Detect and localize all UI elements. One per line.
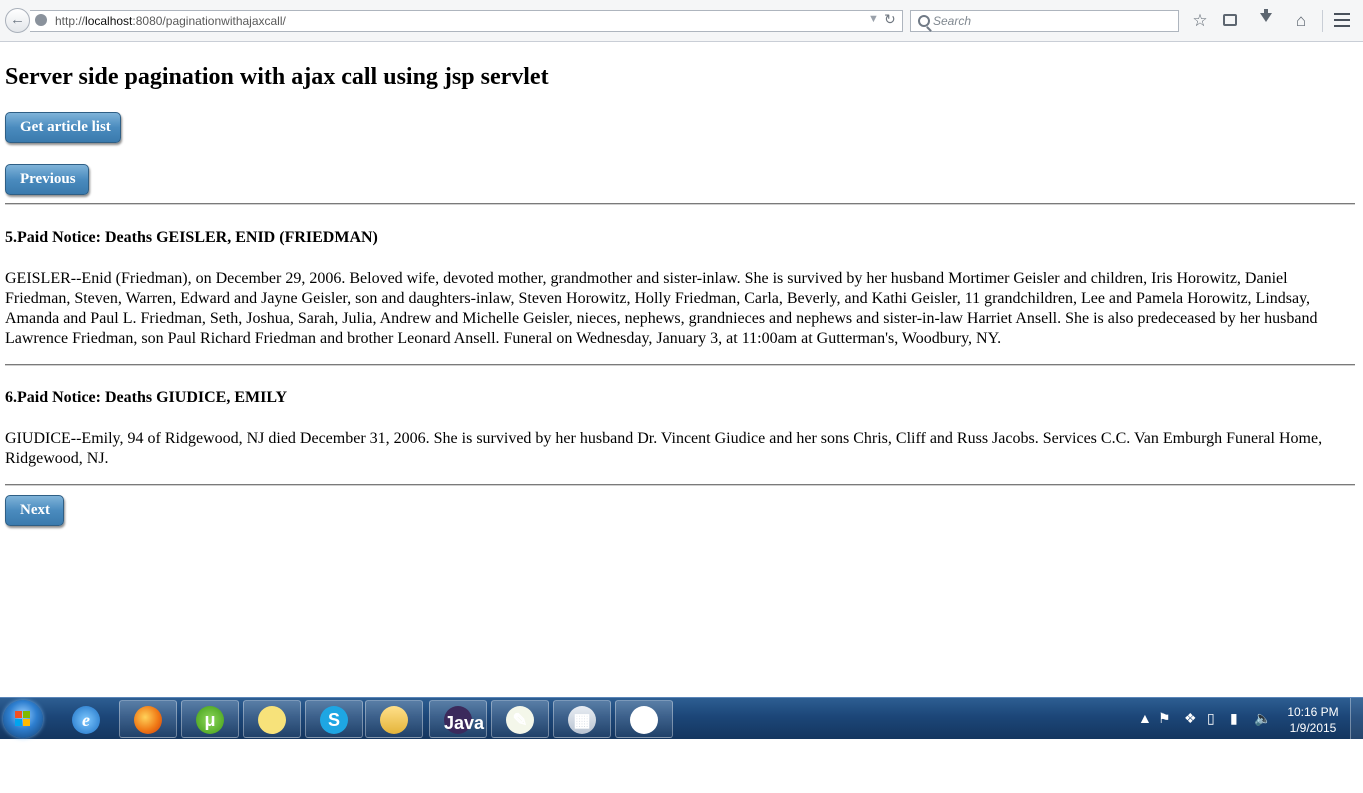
show-hidden-icons-chevron-icon[interactable]: ▲ <box>1138 710 1152 726</box>
previous-button[interactable]: Previous <box>5 164 89 195</box>
search-input[interactable] <box>933 13 1173 29</box>
folder-icon <box>380 706 408 734</box>
get-article-list-button[interactable]: Get article list <box>5 112 121 143</box>
home-icon[interactable]: ⌂ <box>1289 9 1313 33</box>
dropmarker-icon[interactable]: ▼ <box>868 13 879 25</box>
eclipse-taskbar-button[interactable]: Java EE IDE <box>429 700 487 789</box>
bookmark-star-icon[interactable]: ☆ <box>1188 9 1212 33</box>
article-title: 6.Paid Notice: Deaths GIUDICE, EMILY <box>5 389 288 406</box>
github-octocat-icon: ● <box>630 706 658 734</box>
file-explorer-taskbar-button[interactable] <box>365 700 423 738</box>
download-icon[interactable] <box>1253 9 1277 33</box>
search-icon <box>918 15 930 27</box>
reload-icon[interactable]: ↻ <box>884 11 896 28</box>
firefox-taskbar-button[interactable] <box>119 700 177 738</box>
skype-icon: S <box>320 706 348 734</box>
sticky-notes-taskbar-button[interactable] <box>243 700 301 738</box>
sticky-notes-icon <box>255 703 289 737</box>
globe-icon <box>35 14 47 26</box>
back-arrow-icon[interactable]: ← <box>5 8 30 33</box>
clock-time: 10:16 PM <box>1287 705 1339 719</box>
browser-toolbar: ← http://localhost:8080/paginationwithaj… <box>0 0 1363 42</box>
divider <box>5 203 1355 205</box>
article-body: GEISLER--Enid (Friedman), on December 29… <box>5 270 1318 347</box>
search-box <box>910 10 1179 32</box>
internet-explorer-taskbar-button[interactable]: e <box>57 700 115 738</box>
dropbox-icon[interactable]: ❖ <box>1184 710 1197 727</box>
page-title: Server side pagination with ajax call us… <box>5 64 549 90</box>
toolbar-separator <box>1322 10 1323 32</box>
reader-view-icon[interactable] <box>1223 14 1237 26</box>
internet-explorer-icon: e <box>72 706 100 734</box>
page-content: Server side pagination with ajax call us… <box>0 42 1363 697</box>
url-prefix: http:// <box>55 14 86 28</box>
clock-date: 1/9/2015 <box>1289 721 1337 735</box>
utorrent-taskbar-button[interactable]: μ <box>181 700 239 738</box>
notepad-plus-plus-taskbar-button[interactable]: ✎ <box>491 700 549 738</box>
url-text[interactable]: http://localhost:8080/paginationwithajax… <box>55 14 286 28</box>
article-body: GIUDICE--Emily, 94 of Ridgewood, NJ died… <box>5 430 1323 467</box>
action-center-flag-icon[interactable]: ⚑ <box>1158 710 1171 727</box>
windows-taskbar: e μ S Java EE IDE ✎ ▦ ● ▲ ⚑ ❖ ▯ ▮ 🔈 10:1… <box>0 697 1363 789</box>
url-bar[interactable]: http://localhost:8080/paginationwithajax… <box>30 10 903 32</box>
notepad-plus-plus-icon: ✎ <box>506 706 534 734</box>
divider <box>5 484 1355 486</box>
show-desktop-button[interactable] <box>1350 698 1363 740</box>
system-clock[interactable]: 10:16 PM 1/9/2015 <box>1287 704 1339 736</box>
skype-taskbar-button[interactable]: S <box>305 700 363 738</box>
url-rest: :8080/paginationwithajaxcall/ <box>132 14 286 28</box>
github-taskbar-button[interactable]: ● <box>615 700 673 738</box>
usb-device-icon[interactable]: ▯ <box>1207 710 1215 727</box>
divider <box>5 364 1355 366</box>
speaker-volume-icon[interactable]: 🔈 <box>1254 710 1271 727</box>
eclipse-java-ee-icon: Java EE IDE <box>444 706 484 789</box>
calculator-icon: ▦ <box>568 706 596 734</box>
calculator-taskbar-button[interactable]: ▦ <box>553 700 611 738</box>
url-host: localhost <box>85 14 133 28</box>
article-title: 5.Paid Notice: Deaths GEISLER, ENID (FRI… <box>5 229 378 246</box>
start-orb-icon[interactable] <box>3 700 43 738</box>
utorrent-icon: μ <box>196 706 224 734</box>
hamburger-menu-icon[interactable] <box>1330 9 1354 33</box>
firefox-icon <box>134 706 162 734</box>
network-signal-icon[interactable]: ▮ <box>1230 710 1238 727</box>
next-button[interactable]: Next <box>5 495 64 526</box>
